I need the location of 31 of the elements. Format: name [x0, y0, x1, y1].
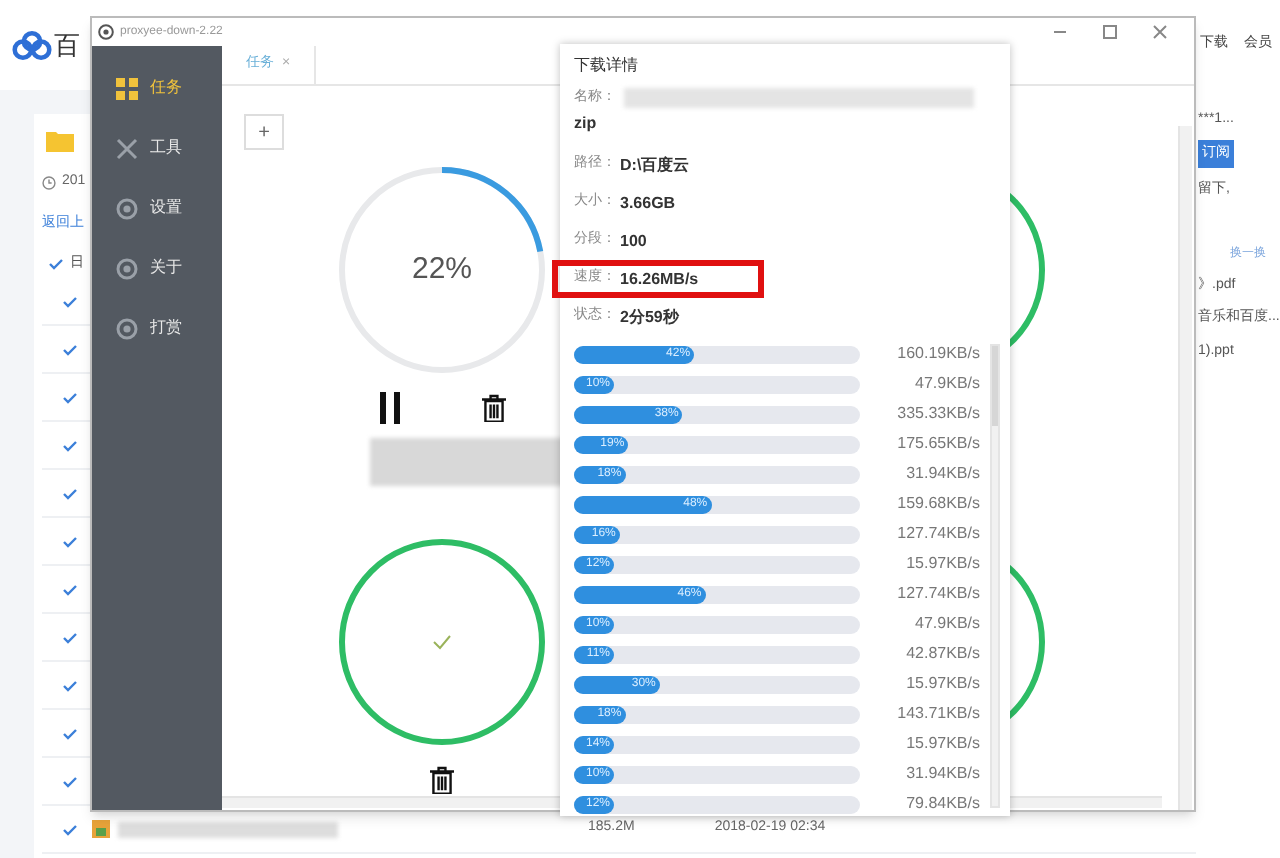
- nav-item[interactable]: 打赏: [92, 298, 222, 358]
- field-value: 3.66GB: [620, 191, 676, 215]
- segment-speed: 47.9KB/s: [913, 372, 980, 396]
- segment-speed: 159.68KB/s: [895, 492, 980, 516]
- field-value: 16.26MB/s: [620, 267, 699, 291]
- nav-item[interactable]: 关于: [92, 238, 222, 298]
- field-value: D:\百度云: [620, 153, 690, 177]
- segment-speed: 42.87KB/s: [904, 642, 980, 666]
- nav-item[interactable]: 设置: [92, 178, 222, 238]
- field-value: zip: [574, 112, 599, 136]
- segment-speed: 47.9KB/s: [913, 612, 980, 636]
- segment-speed: 79.84KB/s: [904, 792, 980, 816]
- segment-speed: 335.33KB/s: [895, 402, 980, 426]
- field-value: 2分59秒: [620, 305, 679, 329]
- nav-item[interactable]: 工具: [92, 118, 222, 178]
- segment-speed: 15.97KB/s: [904, 552, 980, 576]
- segment-speed: 127.74KB/s: [895, 582, 980, 606]
- segment-speed: 127.74KB/s: [895, 522, 980, 546]
- segment-speed: 31.94KB/s: [904, 462, 980, 486]
- progress-percent: 22%: [411, 249, 473, 290]
- popup-title: 下载详情: [574, 54, 640, 78]
- segment-speed: 143.71KB/s: [895, 702, 980, 726]
- logo-text: 百: [54, 27, 80, 64]
- segment-speed: 31.94KB/s: [904, 762, 980, 786]
- add-button[interactable]: +: [244, 114, 284, 150]
- segment-speed: 15.97KB/s: [904, 672, 980, 696]
- segment-speed: 15.97KB/s: [904, 732, 980, 756]
- segment-speed: 175.65KB/s: [895, 432, 980, 456]
- segment-speed: 160.19KB/s: [895, 342, 980, 366]
- nav-item[interactable]: 任务: [92, 58, 222, 118]
- field-value: 100: [620, 229, 647, 253]
